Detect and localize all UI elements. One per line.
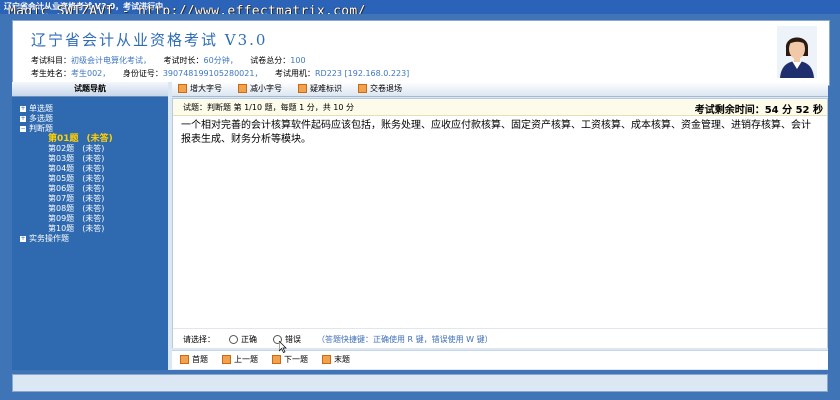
machine-value: RD223 [192.168.0.223] <box>315 69 410 78</box>
window-titlebar: 辽宁省会计从业资格考试 V3.0，考试进行中 Magic SWIZAVI - h… <box>0 0 840 19</box>
tree-expand-icon[interactable]: + <box>20 235 26 242</box>
question-info-bar: 试题：判断题 第 1/10 题，每题 1 分，共 10 分 考试剩余时间：54 … <box>173 99 827 116</box>
question-panel: 试题：判断题 第 1/10 题，每题 1 分，共 10 分 考试剩余时间：54 … <box>172 98 828 348</box>
remaining-time: 考试剩余时间：54 分 52 秒 <box>694 105 823 116</box>
section-single-choice[interactable]: + 单选题 <box>20 104 113 114</box>
toolbar-button-icon <box>178 84 187 93</box>
option-true-radio[interactable]: 正确 <box>229 334 257 345</box>
radio-icon[interactable] <box>229 335 238 344</box>
submit-exit-button[interactable]: 交卷退场 <box>358 84 402 94</box>
question-text: 一个相对完善的会计核算软件起码应该包括，账务处理、应收应付款核算、固定资产核算、… <box>181 120 811 145</box>
question-info: 试题：判断题 第 1/10 题，每题 1 分，共 10 分 <box>183 103 355 112</box>
section-multi-choice[interactable]: + 多选题 <box>20 114 113 124</box>
option-false-radio[interactable]: 错误 <box>273 334 301 345</box>
first-question-button[interactable]: 首题 <box>180 355 208 365</box>
nav-item-q05[interactable]: 第05题 (未答) <box>48 174 113 184</box>
toolbar-button-icon <box>358 84 367 93</box>
candidate-info-row: 考生姓名：考生002， 身份证号：390748199105280021， 考试用… <box>31 69 410 78</box>
next-question-button[interactable]: 下一题 <box>272 355 308 365</box>
question-nav-bar: 首题 上一题 下一题 末题 <box>172 350 828 369</box>
nav-item-q03[interactable]: 第03题 (未答) <box>48 154 113 164</box>
subject-value: 初级会计电算化考试， <box>71 56 151 65</box>
nav-item-q07[interactable]: 第07题 (未答) <box>48 194 113 204</box>
shortcut-hint: （答题快捷键：正确使用 R 键，错误使用 W 键） <box>317 335 493 344</box>
section-true-false[interactable]: − 判断题 <box>20 124 113 134</box>
main-area: 试题导航 + 单选题 + 多选题 − 判断题 第01题 (未答) 第02题 (未答) 第0… <box>12 82 828 370</box>
tree-expand-icon[interactable]: + <box>20 105 26 112</box>
nav-item-q06[interactable]: 第06题 (未答) <box>48 184 113 194</box>
last-question-button[interactable]: 末题 <box>322 355 350 365</box>
candidate-name: 考生002， <box>71 69 111 78</box>
prev-question-button[interactable]: 上一题 <box>222 355 258 365</box>
toolbar-button-icon <box>222 355 231 364</box>
app-frame: 辽宁省会计从业资格考试 V3.0 考试科目：初级会计电算化考试， 考试时长：60… <box>0 14 840 400</box>
section-practical[interactable]: + 实务操作题 <box>20 234 113 244</box>
mouse-cursor-icon <box>279 341 287 353</box>
status-footer <box>12 374 828 392</box>
nav-item-q04[interactable]: 第04题 (未答) <box>48 164 113 174</box>
toolbar-button-icon <box>298 84 307 93</box>
shrink-font-button[interactable]: 减小字号 <box>238 84 282 94</box>
question-toolbar: 增大字号 减小字号 疑难标识 交卷退场 <box>172 82 828 97</box>
nav-item-q08[interactable]: 第08题 (未答) <box>48 204 113 214</box>
answer-prompt: 请选择： <box>183 335 215 344</box>
toolbar-button-icon <box>322 355 331 364</box>
exam-header: 辽宁省会计从业资格考试 V3.0 考试科目：初级会计电算化考试， 考试时长：60… <box>12 20 830 86</box>
toolbar-button-icon <box>272 355 281 364</box>
candidate-id: 390748199105280021， <box>162 69 263 78</box>
avatar-photo <box>777 26 817 78</box>
question-navigator: 试题导航 + 单选题 + 多选题 − 判断题 第01题 (未答) 第02题 (未答) 第0… <box>12 82 168 370</box>
nav-item-q10[interactable]: 第10题 (未答) <box>48 224 113 234</box>
navigator-title: 试题导航 <box>12 82 168 97</box>
toolbar-button-icon <box>238 84 247 93</box>
tree-expand-icon[interactable]: + <box>20 115 26 122</box>
exam-title: 辽宁省会计从业资格考试 V3.0 <box>31 31 268 49</box>
tree-collapse-icon[interactable]: − <box>20 125 26 132</box>
flag-question-button[interactable]: 疑难标识 <box>298 84 342 94</box>
answer-bar: 请选择： 正确 错误 （答题快捷键：正确使用 R 键，错误使用 W 键） <box>173 328 827 348</box>
navigator-tree: + 单选题 + 多选题 − 判断题 第01题 (未答) 第02题 (未答) 第03题 (未答… <box>20 104 113 244</box>
nav-item-q02[interactable]: 第02题 (未答) <box>48 144 113 154</box>
nav-item-q01[interactable]: 第01题 (未答) <box>48 134 113 144</box>
enlarge-font-button[interactable]: 增大字号 <box>178 84 222 94</box>
total-score-value: 100 <box>290 56 306 65</box>
avatar <box>777 26 817 78</box>
nav-item-q09[interactable]: 第09题 (未答) <box>48 214 113 224</box>
duration-value: 60分钟， <box>203 56 238 65</box>
exam-info-row: 考试科目：初级会计电算化考试， 考试时长：60分钟， 试卷总分：100 <box>31 56 306 65</box>
toolbar-button-icon <box>180 355 189 364</box>
